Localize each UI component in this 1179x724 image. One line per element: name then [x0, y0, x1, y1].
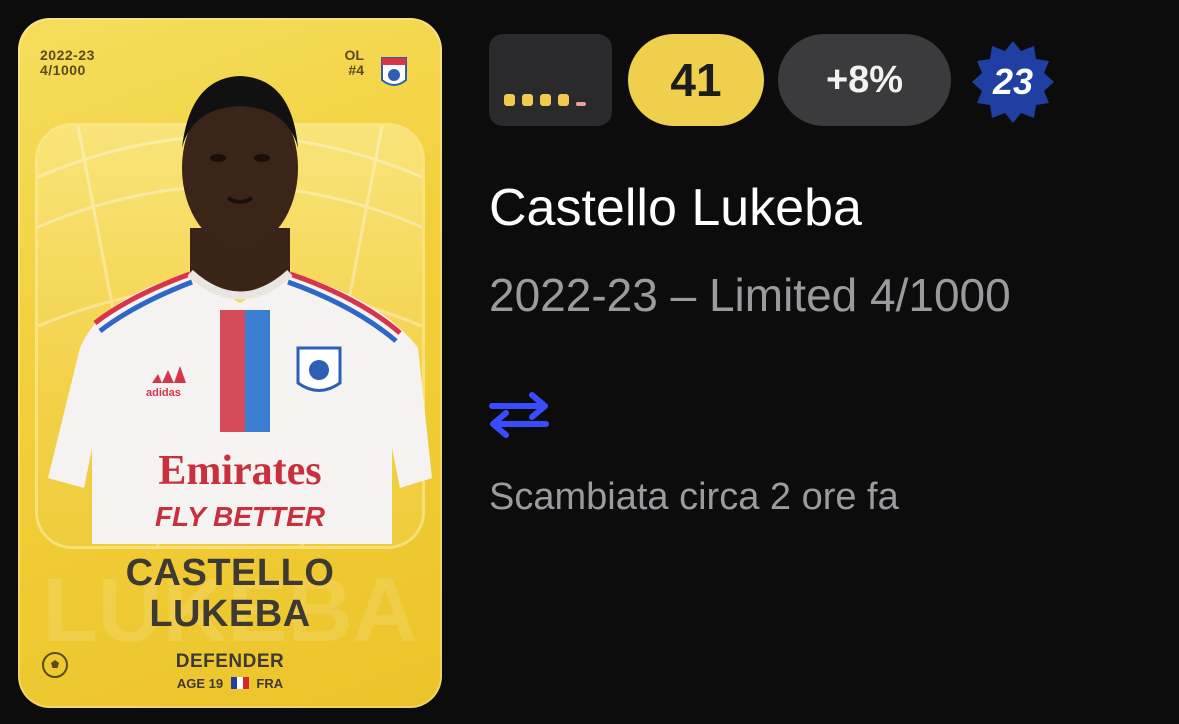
card-season-year: 2022-23: [40, 47, 95, 63]
football-icon: [42, 652, 68, 678]
form-bar: [558, 94, 569, 106]
age-badge[interactable]: 23: [968, 37, 1058, 127]
card-club: OL #4: [345, 48, 364, 78]
player-name: Castello Lukeba: [489, 179, 862, 237]
card-meta: AGE 19 FRA: [18, 676, 442, 691]
card-player-lastname: LUKEBA: [149, 593, 311, 635]
card-age: AGE 19: [176, 676, 224, 691]
svg-text:adidas: adidas: [146, 387, 181, 399]
player-card[interactable]: LUKEBA adidas Emirates FLY BETTER 2022-2: [18, 18, 442, 708]
score-badge[interactable]: 41: [628, 34, 764, 126]
card-club-code: OL: [344, 47, 364, 63]
score-change-badge[interactable]: +8%: [778, 34, 951, 126]
club-logo-icon: [381, 57, 407, 86]
card-nationality: FRA: [256, 676, 284, 691]
form-indicator[interactable]: [489, 34, 612, 126]
card-edition: 2022-23 – Limited 4/1000: [489, 269, 1011, 321]
card-season: 2022-23 4/1000: [40, 48, 95, 78]
card-shirt-number: #4: [348, 62, 364, 78]
card-serial: 4/1000: [40, 62, 86, 78]
france-flag-icon: [230, 677, 249, 689]
form-bar: [576, 102, 586, 106]
traded-timestamp: Scambiata circa 2 ore fa: [489, 476, 899, 518]
card-position: DEFENDER: [175, 651, 285, 672]
form-bar: [522, 94, 533, 106]
form-bar: [504, 94, 515, 106]
form-bar: [540, 94, 551, 106]
card-player-firstname: CASTELLO: [125, 552, 335, 594]
player-photo: adidas Emirates FLY BETTER: [48, 76, 432, 544]
swap-arrows-icon: [489, 392, 549, 438]
age-badge-value: 23: [992, 61, 1034, 102]
shirt-sponsor-tagline: FLY BETTER: [155, 501, 326, 532]
shirt-sponsor: Emirates: [158, 448, 321, 494]
